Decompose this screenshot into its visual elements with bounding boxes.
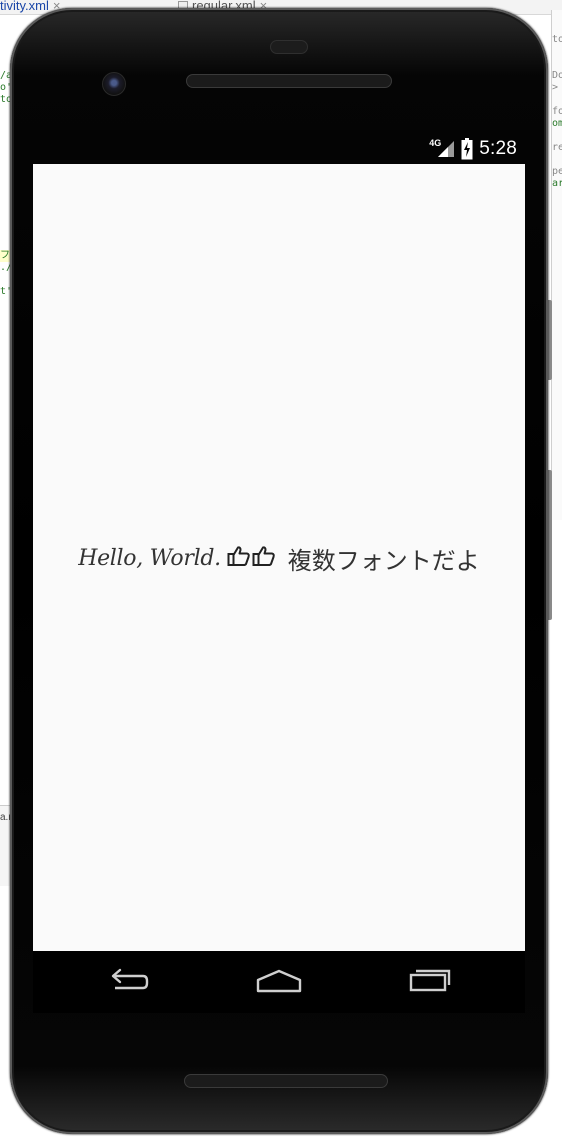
front-camera-icon bbox=[102, 72, 126, 96]
network-type-label: 4G bbox=[429, 138, 442, 148]
home-button[interactable] bbox=[254, 965, 304, 999]
code-fragment: pe bbox=[552, 166, 562, 177]
thumbs-up-icon bbox=[252, 545, 276, 572]
back-icon bbox=[107, 967, 149, 998]
earpiece bbox=[270, 40, 308, 54]
ide-tab-label: tivity.xml bbox=[0, 0, 49, 13]
top-speaker bbox=[186, 74, 392, 88]
back-button[interactable] bbox=[103, 965, 153, 999]
app-screen: Hello, World. 複数フォントだよ bbox=[33, 164, 525, 951]
code-fragment: Do bbox=[552, 70, 562, 81]
hello-text-line: Hello, World. 複数フォントだよ bbox=[33, 538, 525, 578]
thumbs-up-icon bbox=[227, 545, 251, 572]
code-fragment: re bbox=[552, 142, 562, 153]
code-fragment: to bbox=[552, 34, 562, 45]
status-bar: 4G 5:28 bbox=[33, 134, 525, 164]
thumbs-group bbox=[227, 545, 276, 572]
code-fragment: om bbox=[552, 118, 562, 129]
code-fragment: > bbox=[552, 82, 559, 93]
home-icon bbox=[256, 967, 302, 998]
recents-button[interactable] bbox=[405, 965, 455, 999]
recents-icon bbox=[408, 967, 452, 998]
bottom-speaker bbox=[184, 1074, 388, 1088]
ide-right-panel: to Do > fo om re pe ar bbox=[551, 10, 562, 520]
navigation-bar bbox=[33, 951, 525, 1013]
status-time: 5:28 bbox=[479, 138, 517, 159]
japanese-text: 複数フォントだよ bbox=[287, 546, 480, 575]
battery-charging-icon bbox=[461, 138, 473, 160]
code-fragment: ar bbox=[552, 178, 562, 189]
code-fragment: fo bbox=[552, 106, 562, 117]
status-icons: 4G 5:28 bbox=[429, 136, 517, 162]
hello-world-text: Hello, World. bbox=[78, 545, 221, 571]
